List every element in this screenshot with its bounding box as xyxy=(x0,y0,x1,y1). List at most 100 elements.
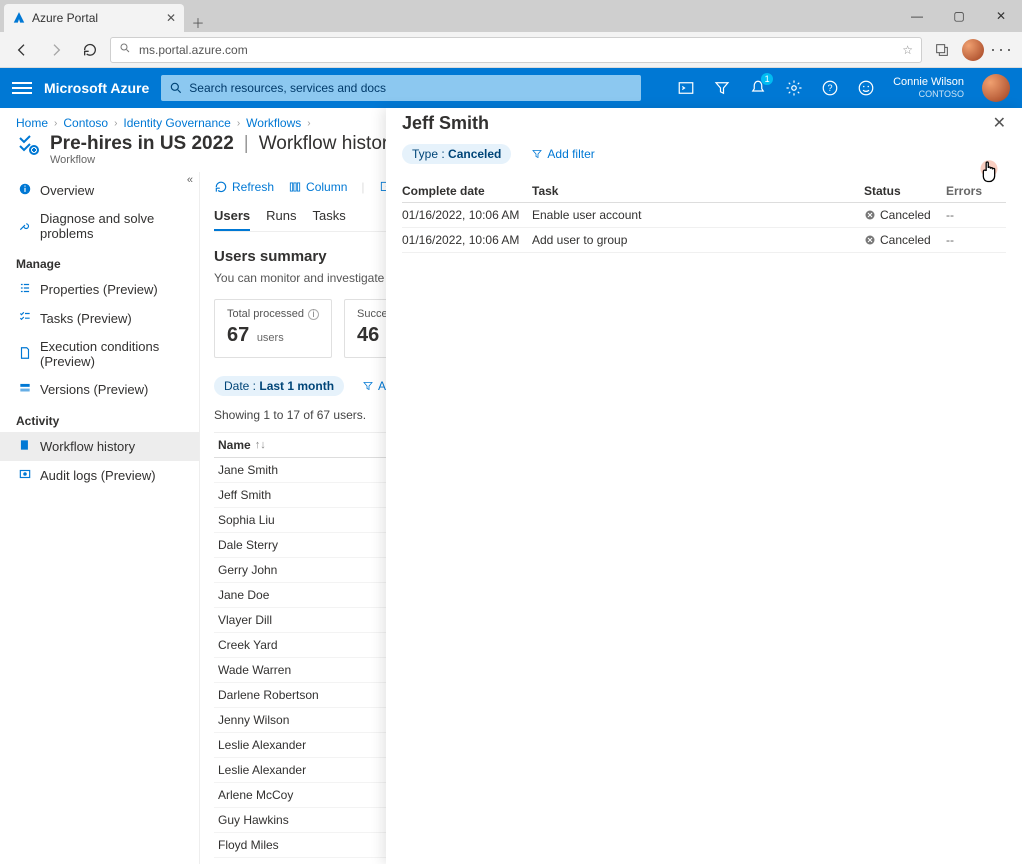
notification-badge: 1 xyxy=(761,73,773,85)
window-minimize-button[interactable]: — xyxy=(896,0,938,32)
cell-errors: -- xyxy=(946,233,1006,247)
filter-icon xyxy=(362,380,374,392)
sidebar-item-label: Diagnose and solve problems xyxy=(40,211,189,241)
sidebar-item-tasks[interactable]: Tasks (Preview) xyxy=(0,304,199,333)
cell-status: Canceled xyxy=(864,233,946,247)
refresh-button[interactable]: Refresh xyxy=(214,180,274,194)
crumb-workflows[interactable]: Workflows xyxy=(246,116,301,130)
sidebar-item-execution-conditions[interactable]: Execution conditions (Preview) xyxy=(0,333,199,375)
window-maximize-button[interactable]: ▢ xyxy=(938,0,980,32)
history-icon xyxy=(18,438,32,455)
filter-pill-label: Type : xyxy=(412,147,445,161)
browser-favorite-icon[interactable]: ☆ xyxy=(902,43,913,57)
browser-menu-button[interactable]: ··· xyxy=(990,39,1014,60)
audit-icon xyxy=(18,467,32,484)
url-text: ms.portal.azure.com xyxy=(139,43,248,57)
notifications-icon[interactable]: 1 xyxy=(749,79,767,97)
stat-label: Total processed xyxy=(227,308,304,320)
sidebar-item-label: Versions (Preview) xyxy=(40,382,148,397)
col-complete-date[interactable]: Complete date xyxy=(402,184,532,198)
browser-tab-title: Azure Portal xyxy=(32,11,98,25)
page-subtitle: Workflow history xyxy=(259,133,398,155)
col-status[interactable]: Status xyxy=(864,184,946,198)
crumb-contoso[interactable]: Contoso xyxy=(63,116,108,130)
window-titlebar: Azure Portal ✕ ＋ — ▢ ✕ xyxy=(0,0,1022,32)
table-row[interactable]: 01/16/2022, 10:06 AMAdd user to groupCan… xyxy=(402,228,1006,253)
tasks-icon xyxy=(18,310,32,327)
cloud-shell-icon[interactable] xyxy=(677,79,695,97)
cell-task: Add user to group xyxy=(532,233,864,247)
col-task[interactable]: Task xyxy=(532,184,864,198)
crumb-identity-governance[interactable]: Identity Governance xyxy=(123,116,230,130)
help-icon[interactable]: ? xyxy=(821,79,839,97)
azure-logo-icon xyxy=(12,11,26,25)
versions-icon xyxy=(18,381,32,398)
column-button[interactable]: Column xyxy=(288,180,347,194)
new-tab-button[interactable]: ＋ xyxy=(184,13,212,32)
wrench-icon xyxy=(18,218,32,235)
sidebar-item-overview[interactable]: Overview xyxy=(0,176,199,205)
cell-status: Canceled xyxy=(864,208,946,222)
sidebar: « Overview Diagnose and solve problems M… xyxy=(0,172,200,864)
refresh-label: Refresh xyxy=(232,180,274,194)
canceled-icon xyxy=(864,234,876,246)
filter-icon xyxy=(531,148,543,160)
tab-tasks[interactable]: Tasks xyxy=(313,208,346,231)
sidebar-item-label: Execution conditions (Preview) xyxy=(40,339,189,369)
table-row[interactable]: 01/16/2022, 10:06 AMEnable user accountC… xyxy=(402,203,1006,228)
detail-flyout: Jeff Smith ✕ Type : Canceled Add filter … xyxy=(386,108,1022,864)
cell-date: 01/16/2022, 10:06 AM xyxy=(402,208,532,222)
browser-tab-azure[interactable]: Azure Portal ✕ xyxy=(4,4,184,32)
flyout-add-filter-button[interactable]: Add filter xyxy=(521,144,604,164)
stat-card-total-processed: Total processed i 67 users xyxy=(214,299,332,358)
directory-filter-icon[interactable] xyxy=(713,79,731,97)
tab-users[interactable]: Users xyxy=(214,208,250,231)
sidebar-item-properties[interactable]: Properties (Preview) xyxy=(0,275,199,304)
svg-text:?: ? xyxy=(828,83,833,93)
col-errors[interactable]: Errors xyxy=(946,184,1006,198)
cell-task: Enable user account xyxy=(532,208,864,222)
filter-pill-date[interactable]: Date : Last 1 month xyxy=(214,376,344,396)
azure-topbar: Microsoft Azure Search resources, servic… xyxy=(0,68,1022,108)
sort-icon: ↑↓ xyxy=(255,439,266,451)
hamburger-menu-icon[interactable] xyxy=(12,78,32,98)
stat-value: 67 xyxy=(227,324,249,346)
azure-brand[interactable]: Microsoft Azure xyxy=(44,80,149,96)
browser-back-button[interactable] xyxy=(8,36,36,64)
user-avatar[interactable] xyxy=(982,74,1010,102)
sidebar-item-versions[interactable]: Versions (Preview) xyxy=(0,375,199,404)
settings-icon[interactable] xyxy=(785,79,803,97)
sidebar-item-label: Overview xyxy=(40,183,94,198)
user-name: Connie Wilson xyxy=(893,76,964,89)
sidebar-item-audit-logs[interactable]: Audit logs (Preview) xyxy=(0,461,199,490)
tab-runs[interactable]: Runs xyxy=(266,208,296,231)
tab-close-icon[interactable]: ✕ xyxy=(166,11,176,25)
document-icon xyxy=(18,346,32,363)
cell-date: 01/16/2022, 10:06 AM xyxy=(402,233,532,247)
browser-profile-avatar[interactable] xyxy=(962,39,984,61)
collapse-sidebar-button[interactable]: « xyxy=(187,174,193,186)
stat-value: 46 xyxy=(357,324,379,346)
sidebar-item-label: Properties (Preview) xyxy=(40,282,158,297)
info-icon[interactable]: i xyxy=(308,309,319,320)
browser-collections-icon[interactable] xyxy=(928,36,956,64)
browser-url-field[interactable]: ms.portal.azure.com ☆ xyxy=(110,37,922,63)
brand-text: Microsoft Azure xyxy=(44,80,149,96)
feedback-icon[interactable] xyxy=(857,79,875,97)
browser-refresh-button[interactable] xyxy=(76,36,104,64)
sidebar-item-label: Audit logs (Preview) xyxy=(40,468,156,483)
sidebar-item-label: Workflow history xyxy=(40,439,135,454)
global-search-input[interactable]: Search resources, services and docs xyxy=(161,75,641,101)
browser-forward-button[interactable] xyxy=(42,36,70,64)
filter-pill-label: Date : xyxy=(224,379,256,393)
canceled-icon xyxy=(864,209,876,221)
window-close-button[interactable]: ✕ xyxy=(980,0,1022,32)
sidebar-item-diagnose[interactable]: Diagnose and solve problems xyxy=(0,205,199,247)
user-account-menu[interactable]: Connie Wilson CONTOSO xyxy=(893,76,964,100)
filter-pill-value: Last 1 month xyxy=(259,379,334,393)
crumb-home[interactable]: Home xyxy=(16,116,48,130)
close-flyout-button[interactable]: ✕ xyxy=(993,113,1006,133)
filter-pill-type[interactable]: Type : Canceled xyxy=(402,144,511,164)
sidebar-item-workflow-history[interactable]: Workflow history xyxy=(0,432,199,461)
cell-errors: -- xyxy=(946,208,1006,222)
